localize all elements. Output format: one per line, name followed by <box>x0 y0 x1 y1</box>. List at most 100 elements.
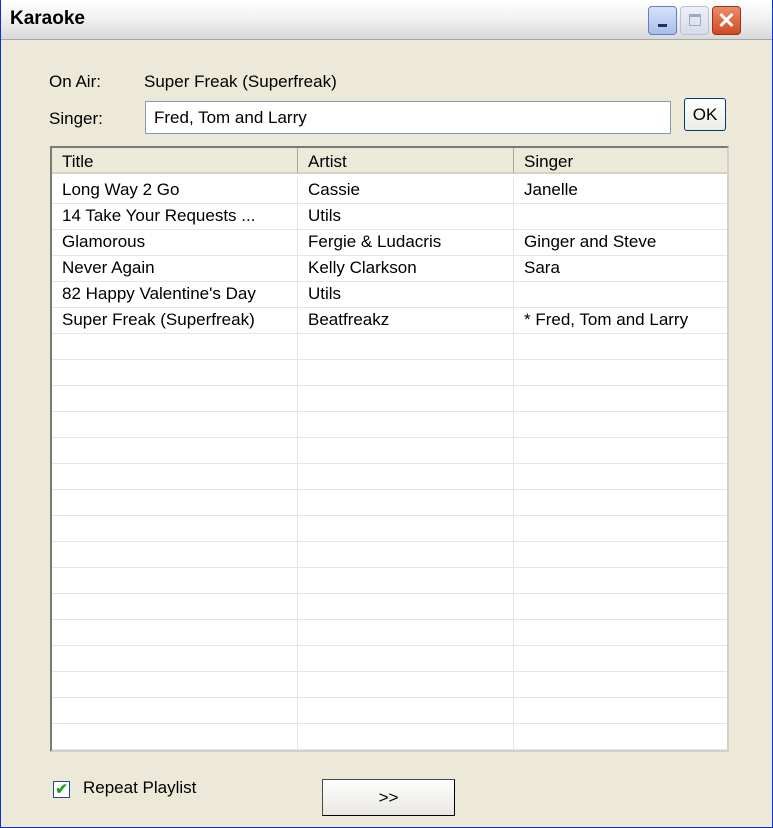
table-row[interactable] <box>52 620 727 646</box>
minimize-button[interactable] <box>648 6 677 35</box>
cell-artist <box>298 724 514 749</box>
cell-artist <box>298 698 514 723</box>
close-icon: ✕ <box>717 8 736 33</box>
table-row[interactable] <box>52 698 727 724</box>
cell-singer <box>514 672 727 697</box>
cell-singer <box>514 360 727 385</box>
table-row[interactable] <box>52 646 727 672</box>
window-title: Karaoke <box>10 8 85 29</box>
cell-singer: Sara <box>514 256 727 281</box>
table-row[interactable] <box>52 724 727 750</box>
cell-title <box>52 620 298 645</box>
cell-singer <box>514 750 729 752</box>
cell-artist <box>298 568 514 593</box>
cell-title <box>52 386 298 411</box>
title-bar[interactable]: Karaoke ✕ <box>1 0 772 40</box>
cell-artist <box>298 672 514 697</box>
table-row[interactable] <box>52 334 727 360</box>
minimize-icon <box>658 24 667 27</box>
cell-title: Long Way 2 Go <box>52 178 298 203</box>
cell-singer <box>514 698 727 723</box>
repeat-playlist-label: Repeat Playlist <box>83 778 197 797</box>
cell-title <box>52 672 298 697</box>
cell-title: 14 Take Your Requests ... <box>52 204 298 229</box>
table-row[interactable] <box>52 594 727 620</box>
table-row[interactable]: Long Way 2 Go Cassie Janelle <box>52 178 727 204</box>
table-row[interactable] <box>52 568 727 594</box>
table-row[interactable] <box>52 516 727 542</box>
cell-title: Never Again <box>52 256 298 281</box>
table-row[interactable] <box>52 412 727 438</box>
cell-singer <box>514 516 727 541</box>
table-row[interactable] <box>52 542 727 568</box>
cell-artist: Utils <box>298 204 514 229</box>
cell-artist <box>298 516 514 541</box>
cell-title <box>52 438 298 463</box>
table-row[interactable] <box>52 490 727 516</box>
table-row[interactable]: Glamorous Fergie & Ludacris Ginger and Ste… <box>52 230 727 256</box>
listview-header: Title Artist Singer <box>52 148 727 175</box>
client-area: On Air: Super Freak (Superfreak) Singer:… <box>8 40 765 819</box>
cell-artist <box>298 360 514 385</box>
cell-title <box>52 594 298 619</box>
cell-artist <box>298 438 514 463</box>
table-row[interactable] <box>52 438 727 464</box>
cell-singer: * Fred, Tom and Larry <box>514 308 727 333</box>
playlist-listview[interactable]: Title Artist Singer Long Way 2 Go Cassie J… <box>50 146 729 752</box>
table-row[interactable] <box>52 464 727 490</box>
cell-title: Super Freak (Superfreak) <box>52 308 298 333</box>
cell-title <box>52 750 298 752</box>
table-row[interactable]: 14 Take Your Requests ... Utils <box>52 204 727 230</box>
on-air-value: Super Freak (Superfreak) <box>144 72 337 91</box>
table-row[interactable] <box>52 386 727 412</box>
ok-button[interactable]: OK <box>684 98 726 131</box>
column-header-artist[interactable]: Artist <box>298 148 514 174</box>
table-row[interactable]: 82 Happy Valentine's Day Utils <box>52 282 727 308</box>
playlist-rows: Long Way 2 Go Cassie Janelle 14 Take Your R… <box>52 178 729 752</box>
close-button[interactable]: ✕ <box>712 6 741 35</box>
cell-title <box>52 490 298 515</box>
cell-singer <box>514 620 727 645</box>
cell-title <box>52 334 298 359</box>
cell-singer <box>514 594 727 619</box>
table-row[interactable] <box>52 360 727 386</box>
cell-artist <box>298 464 514 489</box>
cell-artist <box>298 542 514 567</box>
cell-artist <box>298 750 514 752</box>
cell-artist: Cassie <box>298 178 514 203</box>
cell-title: 82 Happy Valentine's Day <box>52 282 298 307</box>
cell-singer: Ginger and Steve <box>514 230 727 255</box>
cell-singer <box>514 646 727 671</box>
maximize-icon <box>689 14 701 26</box>
maximize-button[interactable] <box>680 6 709 35</box>
cell-artist <box>298 386 514 411</box>
cell-artist: Fergie & Ludacris <box>298 230 514 255</box>
cell-title <box>52 542 298 567</box>
cell-artist: Kelly Clarkson <box>298 256 514 281</box>
cell-artist <box>298 412 514 437</box>
cell-title <box>52 412 298 437</box>
column-header-title[interactable]: Title <box>52 148 298 174</box>
cell-artist <box>298 620 514 645</box>
table-row[interactable]: Super Freak (Superfreak) Beatfreakz * Fred… <box>52 308 727 334</box>
cell-artist: Utils <box>298 282 514 307</box>
cell-title: Glamorous <box>52 230 298 255</box>
table-row[interactable] <box>52 672 727 698</box>
cell-singer <box>514 490 727 515</box>
cell-singer <box>514 204 727 229</box>
cell-title <box>52 464 298 489</box>
cell-singer <box>514 464 727 489</box>
cell-singer <box>514 334 727 359</box>
next-button[interactable]: >> <box>322 779 455 816</box>
singer-input[interactable]: Fred, Tom and Larry <box>145 101 671 134</box>
cell-artist: Beatfreakz <box>298 308 514 333</box>
column-header-singer[interactable]: Singer <box>514 148 727 174</box>
cell-title <box>52 698 298 723</box>
cell-singer <box>514 282 727 307</box>
cell-artist <box>298 334 514 359</box>
cell-artist <box>298 646 514 671</box>
table-row[interactable] <box>52 750 729 752</box>
table-row[interactable]: Never Again Kelly Clarkson Sara <box>52 256 727 282</box>
repeat-playlist-checkbox[interactable]: ✔ <box>53 781 70 798</box>
cell-artist <box>298 490 514 515</box>
